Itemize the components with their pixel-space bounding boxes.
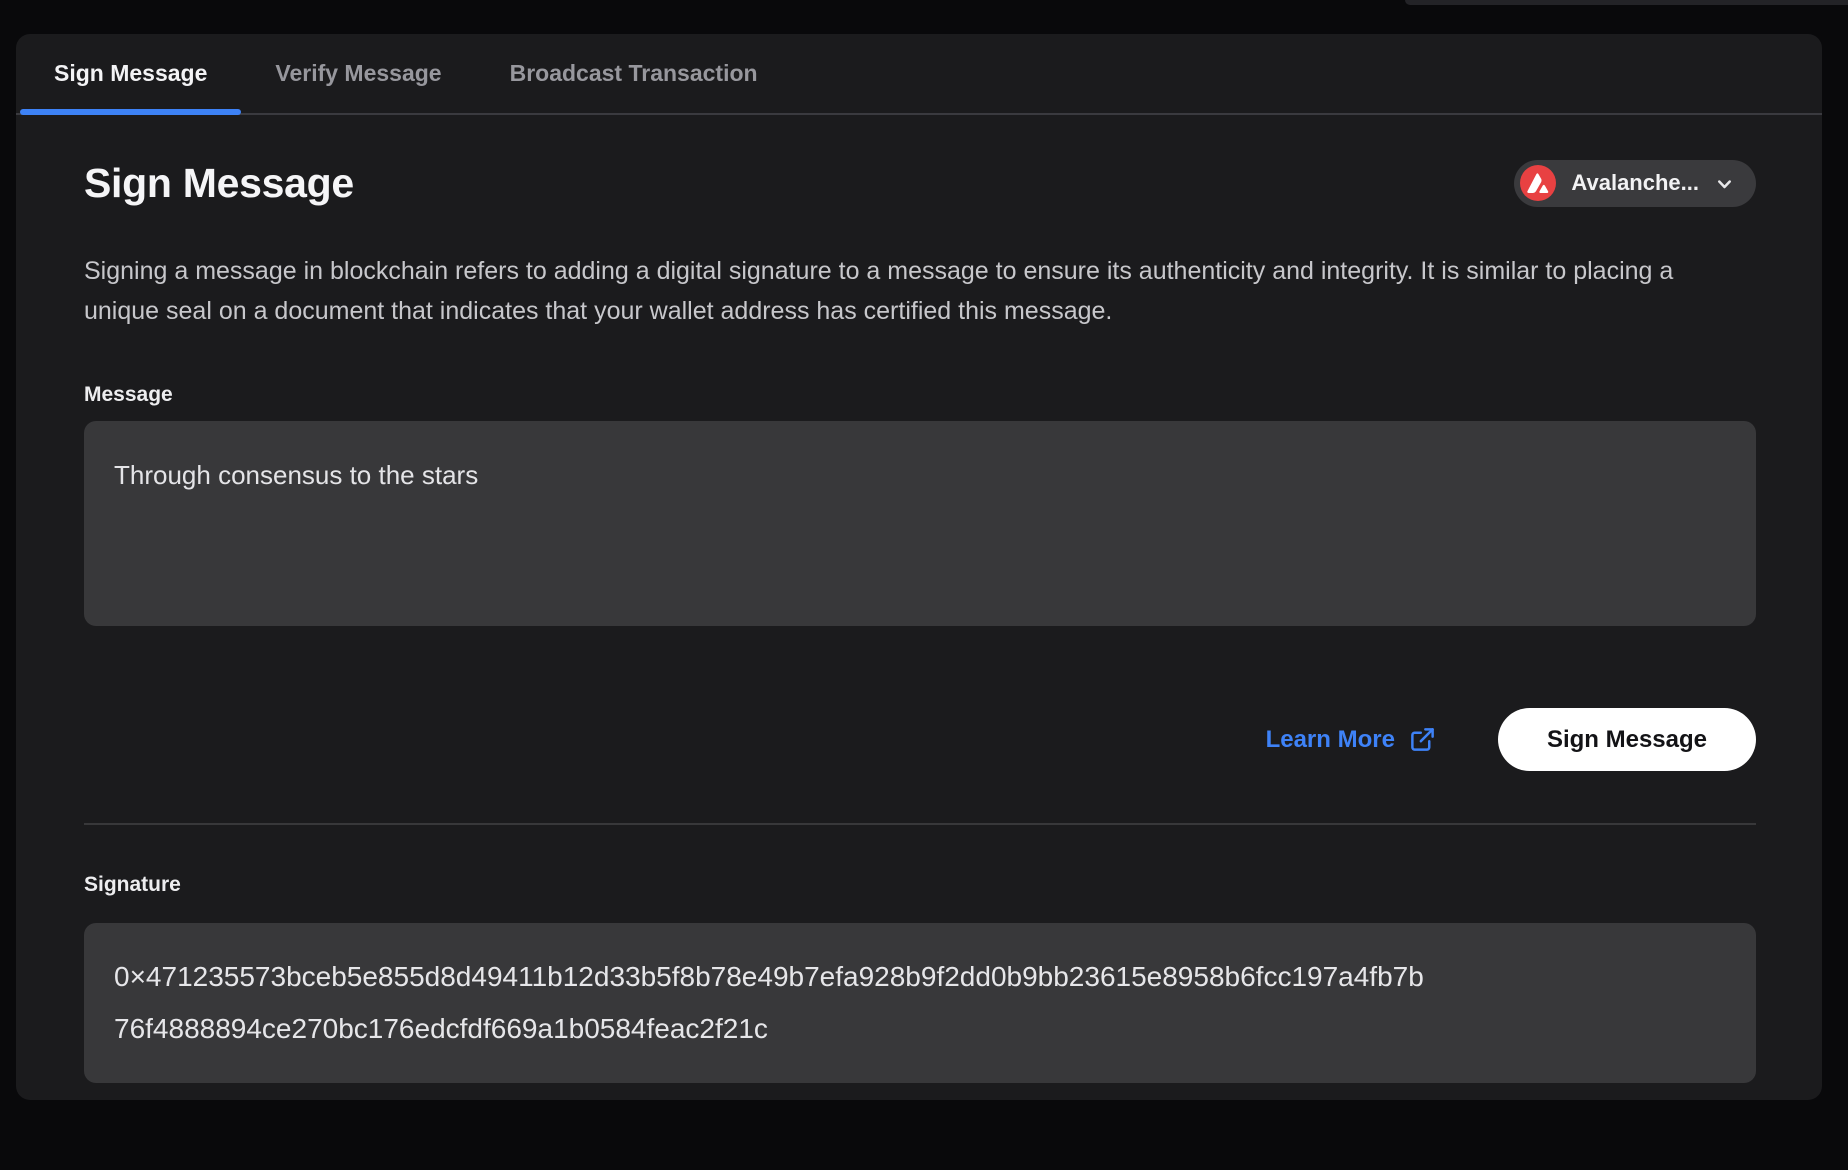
- page-title: Sign Message: [84, 159, 354, 207]
- sign-message-card: Sign Message Verify Message Broadcast Tr…: [16, 34, 1822, 1100]
- signature-label: Signature: [84, 873, 1756, 897]
- tab-panel-sign-message: Sign Message Avalanche... Signing a: [16, 159, 1822, 1083]
- sign-message-button[interactable]: Sign Message: [1498, 708, 1756, 771]
- description-text: Signing a message in blockchain refers t…: [84, 251, 1744, 331]
- learn-more-link[interactable]: Learn More: [1266, 726, 1436, 754]
- actions-row: Learn More Sign Message: [84, 708, 1756, 771]
- network-label: Avalanche...: [1571, 170, 1699, 196]
- tab-sign-message[interactable]: Sign Message: [20, 34, 241, 113]
- tabbar: Sign Message Verify Message Broadcast Tr…: [16, 34, 1822, 115]
- header-row: Sign Message Avalanche...: [84, 159, 1756, 207]
- tab-broadcast-transaction[interactable]: Broadcast Transaction: [476, 34, 792, 113]
- overlapping-window-edge: [1405, 0, 1848, 5]
- avalanche-logo-icon: [1520, 165, 1556, 201]
- message-label: Message: [84, 383, 1756, 407]
- learn-more-label: Learn More: [1266, 726, 1395, 754]
- chevron-down-icon: [1714, 172, 1735, 195]
- signature-output[interactable]: 0×471235573bceb5e855d8d49411b12d33b5f8b7…: [84, 923, 1756, 1083]
- signature-value: 0×471235573bceb5e855d8d49411b12d33b5f8b7…: [114, 951, 1432, 1055]
- external-link-icon: [1409, 726, 1436, 753]
- section-divider: [84, 823, 1756, 825]
- tab-verify-message[interactable]: Verify Message: [241, 34, 475, 113]
- network-selector[interactable]: Avalanche...: [1514, 160, 1756, 207]
- message-input[interactable]: Through consensus to the stars: [84, 421, 1756, 626]
